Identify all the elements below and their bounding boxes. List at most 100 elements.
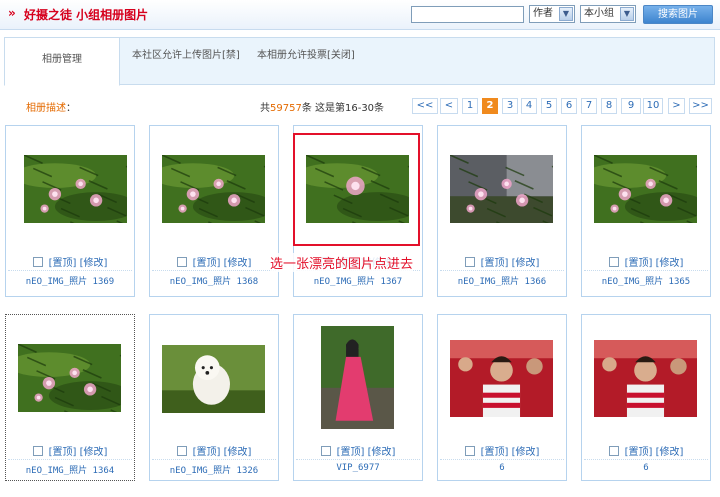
divider [8, 459, 132, 460]
pin-top-link[interactable]: [置顶] [49, 258, 77, 269]
select-checkbox[interactable] [32, 446, 43, 456]
tab-album-manage[interactable]: 相册管理 [4, 37, 120, 86]
page-link[interactable]: 6 [561, 98, 577, 114]
photo-thumbnail[interactable] [594, 155, 697, 223]
chevron-down-icon[interactable]: » [8, 6, 16, 20]
edit-link[interactable]: [修改] [224, 258, 252, 269]
photo-actions: [置顶] [修改] [294, 443, 422, 458]
select-checkbox[interactable] [464, 257, 475, 267]
photo-caption[interactable]: nEO_IMG_照片 1369 [6, 274, 134, 287]
page-link[interactable]: 7 [581, 98, 597, 114]
edit-link[interactable]: [修改] [656, 258, 684, 269]
page-link[interactable]: >> [689, 98, 712, 114]
photo-frame [6, 126, 134, 250]
search-images-button[interactable]: 搜索图片 [643, 5, 713, 24]
author-select-value: 作者 [533, 8, 553, 19]
page-link[interactable]: < [440, 98, 458, 114]
photo-card: [置顶] [修改] VIP_6977 [293, 314, 423, 481]
photo-caption[interactable]: nEO_IMG_照片 1365 [582, 274, 710, 287]
count-number: 59757 [270, 103, 302, 114]
divider [296, 459, 420, 460]
pin-top-link[interactable]: [置顶] [193, 447, 221, 458]
photo-thumbnail[interactable] [162, 155, 265, 223]
photo-thumbnail[interactable] [321, 326, 394, 429]
edit-link[interactable]: [修改] [512, 258, 540, 269]
photo-frame [438, 126, 566, 250]
photo-card: [置顶] [修改] 6 [581, 314, 711, 481]
photo-card: [置顶] [修改] nEO_IMG_照片 1364 [5, 314, 135, 481]
divider [152, 459, 276, 460]
divider [584, 459, 708, 460]
photo-caption[interactable]: nEO_IMG_照片 1368 [150, 274, 278, 287]
photo-caption[interactable]: 6 [582, 463, 710, 473]
edit-link[interactable]: [修改] [368, 447, 396, 458]
photo-card: [置顶] [修改] nEO_IMG_照片 1368 [149, 125, 279, 297]
select-checkbox[interactable] [320, 446, 331, 456]
author-select[interactable]: 作者 ▼ [529, 5, 575, 23]
select-checkbox[interactable] [176, 257, 187, 267]
photo-thumbnail[interactable] [24, 155, 127, 223]
dropdown-arrow-icon[interactable]: ▼ [620, 7, 634, 21]
photo-thumbnail[interactable] [450, 340, 553, 417]
photo-frame [438, 315, 566, 439]
record-count: 共59757条 这是第16-30条 [260, 99, 384, 114]
select-checkbox[interactable] [608, 257, 619, 267]
select-checkbox[interactable] [608, 446, 619, 456]
divider [440, 459, 564, 460]
page-link[interactable]: 9 [621, 98, 641, 114]
page-link[interactable]: 10 [643, 98, 663, 114]
pin-top-link[interactable]: [置顶] [193, 258, 221, 269]
photo-frame [150, 315, 278, 439]
page-link[interactable]: > [668, 98, 685, 114]
page-link[interactable]: 3 [502, 98, 518, 114]
edit-link[interactable]: [修改] [512, 447, 540, 458]
photo-caption[interactable]: 6 [438, 463, 566, 473]
page-link[interactable]: 8 [601, 98, 617, 114]
photo-card: [置顶] [修改] nEO_IMG_照片 1369 [5, 125, 135, 297]
select-checkbox[interactable] [32, 257, 43, 267]
edit-link[interactable]: [修改] [224, 447, 252, 458]
highlight-box [293, 133, 420, 246]
photo-actions: [置顶] [修改] [6, 254, 134, 269]
pin-top-link[interactable]: [置顶] [625, 258, 653, 269]
select-checkbox[interactable] [176, 446, 187, 456]
pin-top-link[interactable]: [置顶] [481, 258, 509, 269]
photo-caption[interactable]: nEO_IMG_照片 1364 [6, 463, 134, 476]
photo-thumbnail[interactable] [18, 344, 121, 412]
pin-top-link[interactable]: [置顶] [481, 447, 509, 458]
pin-top-link[interactable]: [置顶] [337, 447, 365, 458]
page-link[interactable]: 4 [521, 98, 537, 114]
edit-link[interactable]: [修改] [80, 258, 108, 269]
scope-select[interactable]: 本小组 ▼ [580, 5, 636, 23]
photo-thumbnail[interactable] [594, 340, 697, 417]
page-link[interactable]: 5 [541, 98, 557, 114]
scope-select-value: 本小组 [584, 8, 614, 19]
divider [440, 270, 564, 271]
pin-top-link[interactable]: [置顶] [49, 447, 77, 458]
album-settings: 本社区允许上传图片[禁] 本相册允许投票[关闭] [132, 46, 369, 61]
search-input[interactable] [411, 6, 524, 23]
photo-thumbnail[interactable] [162, 345, 265, 413]
divider [584, 270, 708, 271]
dropdown-arrow-icon[interactable]: ▼ [559, 7, 573, 21]
photo-caption[interactable]: nEO_IMG_照片 1366 [438, 274, 566, 287]
page-link[interactable]: << [412, 98, 438, 114]
edit-link[interactable]: [修改] [80, 447, 108, 458]
photo-actions: [置顶] [修改] [438, 254, 566, 269]
photo-thumbnail[interactable] [450, 155, 553, 223]
pin-top-link[interactable]: [置顶] [625, 447, 653, 458]
divider [8, 270, 132, 271]
tab-bar: 相册管理 本社区允许上传图片[禁] 本相册允许投票[关闭] [4, 37, 715, 86]
photo-caption[interactable]: VIP_6977 [294, 463, 422, 473]
photo-actions: [置顶] [修改] [582, 443, 710, 458]
photo-caption[interactable]: nEO_IMG_照片 1326 [150, 463, 278, 476]
page-link[interactable]: 2 [482, 98, 498, 114]
edit-link[interactable]: [修改] [656, 447, 684, 458]
upload-setting: 本社区允许上传图片[禁] [132, 50, 240, 61]
page-link[interactable]: 1 [462, 98, 478, 114]
select-checkbox[interactable] [464, 446, 475, 456]
description-colon: ： [66, 103, 76, 114]
vote-setting: 本相册允许投票[关闭] [257, 50, 355, 61]
photo-caption[interactable]: nEO_IMG_照片 1367 [294, 274, 422, 287]
photo-frame [6, 315, 134, 439]
